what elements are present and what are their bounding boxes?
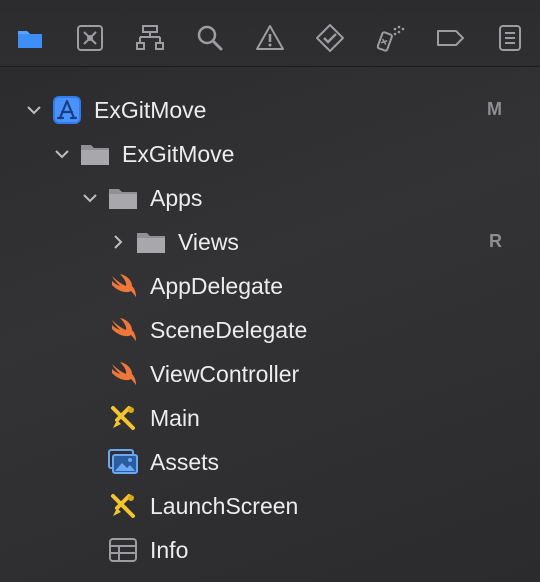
breakpoint-icon[interactable] <box>434 22 466 54</box>
chevron-down-icon[interactable] <box>26 102 42 118</box>
swift-file-icon <box>107 271 139 301</box>
renamed-badge: R <box>489 231 502 251</box>
file-label: Info <box>150 537 189 563</box>
folder-icon <box>107 183 139 213</box>
symbol-navigator-icon[interactable] <box>134 22 166 54</box>
storyboard-file-icon <box>107 403 139 433</box>
file-label: Assets <box>150 449 220 475</box>
tree-row-file[interactable]: ViewController <box>0 352 540 396</box>
project-navigator-tree: ExGitMove M ExGitMove Apps Views R AppDe… <box>0 88 540 572</box>
report-icon[interactable] <box>494 22 526 54</box>
navigator-toolbar <box>0 0 540 67</box>
views-label: Views <box>178 229 239 255</box>
file-label: Main <box>150 405 200 431</box>
tree-row-apps[interactable]: Apps <box>0 176 540 220</box>
swift-file-icon <box>107 359 139 389</box>
modified-badge: M <box>487 99 502 119</box>
file-label: AppDelegate <box>150 273 283 299</box>
file-label: SceneDelegate <box>150 317 308 343</box>
issue-icon[interactable] <box>254 22 286 54</box>
xcode-project-icon <box>51 95 83 125</box>
folder-icon <box>135 227 167 257</box>
tree-row-file[interactable]: AppDelegate <box>0 264 540 308</box>
tree-row-project[interactable]: ExGitMove M <box>0 88 540 132</box>
tree-row-file[interactable]: SceneDelegate <box>0 308 540 352</box>
apps-label: Apps <box>150 185 203 211</box>
tree-row-file[interactable]: Assets <box>0 440 540 484</box>
chevron-right-icon[interactable] <box>110 234 126 250</box>
tree-row-file[interactable]: Main <box>0 396 540 440</box>
find-icon[interactable] <box>194 22 226 54</box>
tree-row-group[interactable]: ExGitMove <box>0 132 540 176</box>
project-label: ExGitMove <box>94 97 207 123</box>
swift-file-icon <box>107 315 139 345</box>
folder-icon <box>79 139 111 169</box>
test-icon[interactable] <box>314 22 346 54</box>
tree-row-file[interactable]: LaunchScreen <box>0 484 540 528</box>
debug-icon[interactable] <box>374 22 406 54</box>
project-navigator-icon[interactable] <box>14 22 46 54</box>
file-label: ViewController <box>150 361 300 387</box>
storyboard-file-icon <box>107 491 139 521</box>
chevron-down-icon[interactable] <box>54 146 70 162</box>
group-label: ExGitMove <box>122 141 235 167</box>
file-label: LaunchScreen <box>150 493 299 519</box>
tree-row-views[interactable]: Views R <box>0 220 540 264</box>
tree-row-file[interactable]: Info <box>0 528 540 572</box>
source-control-icon[interactable] <box>74 22 106 54</box>
asset-catalog-icon <box>107 447 139 477</box>
chevron-down-icon[interactable] <box>82 190 98 206</box>
plist-file-icon <box>107 535 139 565</box>
